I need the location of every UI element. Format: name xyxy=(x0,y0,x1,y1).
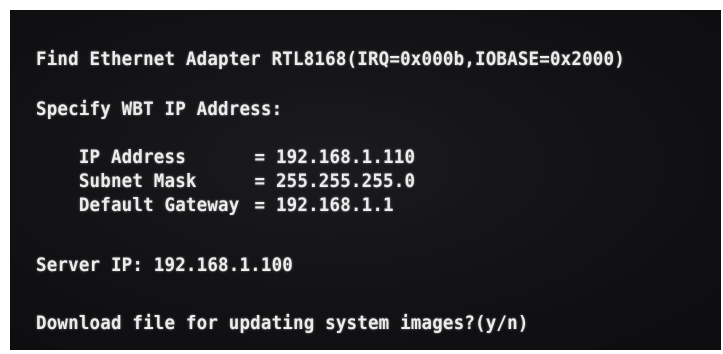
default-gateway-value: = 192.168.1.1 xyxy=(254,194,394,216)
specify-ip-heading: Specify WBT IP Address: xyxy=(36,98,283,120)
adapter-detected-line: Find Ethernet Adapter RTL8168(IRQ=0x000b… xyxy=(36,48,625,70)
download-prompt-line[interactable]: Download file for updating system images… xyxy=(36,312,529,334)
default-gateway-label: Default Gateway xyxy=(78,194,240,216)
console-screen: Find Ethernet Adapter RTL8168(IRQ=0x000b… xyxy=(10,10,721,350)
default-gateway-row: Default Gateway = 192.168.1.1 xyxy=(36,172,394,238)
server-ip-line: Server IP: 192.168.1.100 xyxy=(36,254,293,276)
